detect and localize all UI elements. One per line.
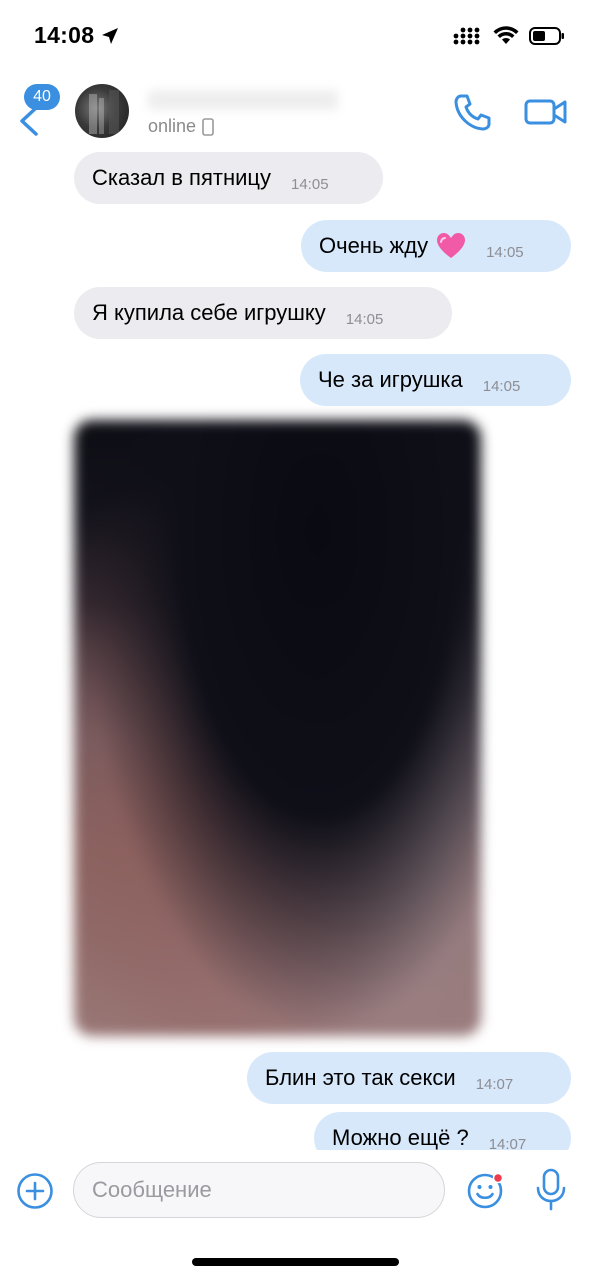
video-camera-icon bbox=[524, 99, 567, 125]
sticker-emoji-button[interactable] bbox=[466, 1170, 506, 1210]
plus-circle-icon bbox=[17, 1173, 53, 1209]
incoming-message[interactable]: Сказал в пятницу 14:05 bbox=[74, 152, 383, 204]
chat-header: 40 online bbox=[0, 74, 591, 146]
video-call-button[interactable] bbox=[524, 94, 568, 130]
contact-avatar[interactable] bbox=[75, 84, 129, 138]
voice-call-button[interactable] bbox=[452, 92, 492, 132]
contact-name-redacted bbox=[148, 90, 338, 110]
mobile-device-icon bbox=[202, 117, 214, 136]
heart-icon bbox=[437, 233, 466, 258]
message-text: Очень жду bbox=[319, 233, 429, 258]
message-time: 14:05 bbox=[482, 377, 521, 395]
message-text: Сказал в пятницу bbox=[92, 165, 271, 190]
message-text: Блин это так секси bbox=[265, 1065, 456, 1090]
composer-bar bbox=[0, 1150, 591, 1280]
clock-label: 14:08 bbox=[34, 22, 95, 48]
attach-button[interactable] bbox=[16, 1172, 54, 1210]
message-input[interactable] bbox=[73, 1162, 445, 1218]
phone-icon bbox=[454, 94, 491, 131]
outgoing-message[interactable]: Че за игрушка 14:05 bbox=[300, 354, 571, 406]
message-text: Че за игрушка bbox=[318, 367, 463, 392]
outgoing-message[interactable]: Блин это так секси 14:07 bbox=[247, 1052, 571, 1104]
location-arrow-icon bbox=[102, 27, 119, 44]
battery-icon bbox=[529, 27, 564, 45]
message-time: 14:05 bbox=[345, 310, 384, 328]
presence-label: online bbox=[148, 116, 197, 136]
outgoing-message[interactable]: Можно ещё ? 14:07 bbox=[314, 1112, 571, 1150]
outgoing-message[interactable]: Очень жду 14:05 bbox=[301, 220, 571, 272]
message-time: 14:05 bbox=[486, 243, 524, 261]
status-time: 14:08 bbox=[34, 22, 120, 49]
microphone-icon bbox=[536, 1168, 566, 1211]
wifi-icon bbox=[493, 26, 519, 44]
message-time: 14:05 bbox=[291, 175, 329, 193]
message-time: 14:07 bbox=[475, 1075, 514, 1093]
signal-icon bbox=[453, 27, 480, 45]
chat-screen: 14:08 40 online Сказал в пятницу 14:05 О… bbox=[0, 0, 591, 1280]
message-text: Я купила себе игрушку bbox=[92, 300, 326, 325]
status-icons bbox=[453, 26, 565, 46]
presence-status: online bbox=[148, 116, 214, 137]
message-time: 14:07 bbox=[488, 1135, 527, 1151]
incoming-photo-blurred[interactable] bbox=[74, 420, 481, 1036]
incoming-message[interactable]: Я купила себе игрушку 14:05 bbox=[74, 287, 452, 339]
unread-count-badge: 40 bbox=[24, 84, 60, 110]
message-list[interactable]: Сказал в пятницу 14:05 Очень жду 14:05 Я… bbox=[0, 146, 591, 1150]
message-text: Можно ещё ? bbox=[332, 1125, 469, 1150]
voice-message-button[interactable] bbox=[534, 1168, 568, 1212]
smiley-icon bbox=[467, 1172, 504, 1209]
avatar-photo bbox=[89, 90, 119, 134]
status-bar: 14:08 bbox=[0, 0, 591, 74]
home-indicator bbox=[192, 1258, 399, 1266]
